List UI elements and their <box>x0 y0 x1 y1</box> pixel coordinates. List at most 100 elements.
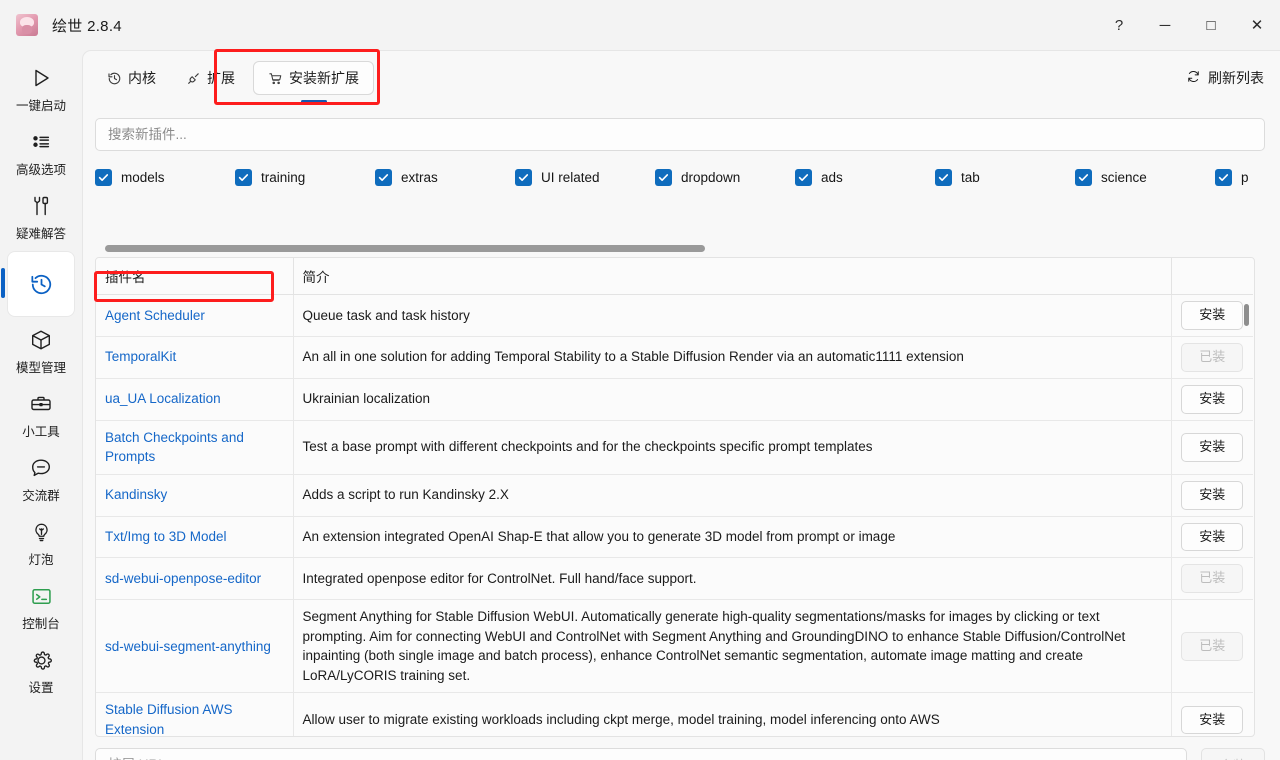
install-button[interactable]: 安装 <box>1181 480 1244 510</box>
extension-url-box[interactable] <box>95 748 1187 760</box>
table-row[interactable]: Batch Checkpoints and Prompts Test a bas… <box>96 420 1253 475</box>
checkbox-checked-icon[interactable] <box>235 168 252 186</box>
cart-icon <box>268 71 283 86</box>
app-logo-icon <box>16 14 38 36</box>
checkbox-checked-icon[interactable] <box>1215 168 1232 186</box>
extension-link[interactable]: TemporalKit <box>105 349 176 364</box>
extension-description-cell: An extension integrated OpenAI Shap-E th… <box>293 516 1172 559</box>
checkbox-checked-icon[interactable] <box>1075 168 1092 186</box>
tab-extensions[interactable]: 扩展 <box>174 61 247 95</box>
install-button[interactable]: 安装 <box>1181 301 1244 330</box>
extension-name-cell[interactable]: sd-webui-openpose-editor <box>96 557 294 601</box>
extension-link[interactable]: Batch Checkpoints and Prompts <box>105 430 244 465</box>
minimize-button[interactable]: ─ <box>1142 0 1188 50</box>
tag-label: dropdown <box>681 169 741 185</box>
extension-name-cell[interactable]: sd-webui-segment-anything <box>96 599 294 694</box>
tag-filter-training[interactable]: training <box>235 168 375 186</box>
extension-name-cell[interactable]: Stable Diffusion AWS Extension <box>96 692 294 736</box>
window-title: 绘世 2.8.4 <box>52 17 122 35</box>
table-row[interactable]: Agent Scheduler Queue task and task hist… <box>96 294 1253 337</box>
install-button[interactable]: 安装 <box>1181 432 1244 462</box>
column-header-description: 简介 <box>293 258 1172 295</box>
tag-filter-tab[interactable]: tab <box>935 168 1075 186</box>
sidebar-label: 设置 <box>28 681 54 695</box>
installed-button: 已装 <box>1181 631 1244 661</box>
checkbox-checked-icon[interactable] <box>935 168 952 186</box>
sidebar: 一键启动 高级选项 疑难解答 模型管理 小工具 交流群 灯泡 控制台 设置 <box>0 50 82 760</box>
scrollbar-thumb[interactable] <box>1244 304 1249 326</box>
extension-name-cell[interactable]: TemporalKit <box>96 336 294 379</box>
install-button[interactable]: 安装 <box>1181 522 1244 552</box>
install-button[interactable]: 安装 <box>1181 705 1244 735</box>
sidebar-item-troubleshooting[interactable]: 疑难解答 <box>8 188 74 246</box>
extension-name-cell[interactable]: Agent Scheduler <box>96 294 294 337</box>
table-vertical-scrollbar[interactable] <box>1241 292 1252 736</box>
url-install-button[interactable]: 安装 <box>1201 748 1265 760</box>
tag-filter-row: models training extras UI related dropdo <box>95 159 1270 195</box>
close-button[interactable]: ✕ <box>1234 0 1280 50</box>
help-button[interactable]: ? <box>1096 0 1142 50</box>
sidebar-item-tools[interactable]: 小工具 <box>8 386 74 444</box>
extension-description-cell: Adds a script to run Kandinsky 2.X <box>293 474 1172 517</box>
sidebar-item-community[interactable]: 交流群 <box>8 450 74 508</box>
search-box[interactable] <box>95 118 1265 151</box>
sidebar-item-one-click-launch[interactable]: 一键启动 <box>8 60 74 118</box>
sidebar-item-model-management[interactable]: 模型管理 <box>8 322 74 380</box>
extension-link[interactable]: Stable Diffusion AWS Extension <box>105 702 233 736</box>
extension-link[interactable]: Agent Scheduler <box>105 308 205 323</box>
extension-name-cell[interactable]: Kandinsky <box>96 474 294 517</box>
maximize-button[interactable]: □ <box>1188 0 1234 50</box>
extension-name-cell[interactable]: Batch Checkpoints and Prompts <box>96 420 294 475</box>
checkbox-checked-icon[interactable] <box>795 168 812 186</box>
extension-name-cell[interactable]: Txt/Img to 3D Model <box>96 516 294 559</box>
sidebar-item-advanced-options[interactable]: 高级选项 <box>8 124 74 182</box>
sidebar-item-console[interactable]: 控制台 <box>8 578 74 636</box>
extension-description-cell: Queue task and task history <box>293 294 1172 337</box>
table-row[interactable]: Stable Diffusion AWS Extension Allow use… <box>96 692 1253 736</box>
plug-icon <box>186 71 201 86</box>
extension-link[interactable]: Kandinsky <box>105 487 167 502</box>
list-options-icon <box>30 128 52 156</box>
tag-filter-ui-related[interactable]: UI related <box>515 168 655 186</box>
tag-filter-models[interactable]: models <box>95 168 235 186</box>
app-window: 绘世 2.8.4 ? ─ □ ✕ 一键启动 高级选项 疑难解答 模型管理 小工具… <box>0 0 1280 760</box>
box-package-icon <box>29 326 53 354</box>
table-row[interactable]: Txt/Img to 3D Model An extension integra… <box>96 516 1253 559</box>
sidebar-item-settings[interactable]: 设置 <box>8 642 74 700</box>
content-panel: 内核 扩展 安装新扩展 刷新列表 搜索新插件... models trainin… <box>82 49 1280 760</box>
tag-row-horizontal-scrollbar[interactable] <box>95 245 1255 252</box>
sidebar-item-lightbulb[interactable]: 灯泡 <box>8 514 74 572</box>
installed-button: 已装 <box>1181 564 1244 594</box>
tag-filter-science[interactable]: science <box>1075 168 1215 186</box>
checkbox-checked-icon[interactable] <box>515 168 532 186</box>
extension-link[interactable]: Txt/Img to 3D Model <box>105 529 227 544</box>
table-row[interactable]: TemporalKit An all in one solution for a… <box>96 336 1253 379</box>
tag-filter-ads[interactable]: ads <box>795 168 935 186</box>
extension-name-cell[interactable]: ua_UA Localization <box>96 378 294 421</box>
tag-filter-dropdown[interactable]: dropdown <box>655 168 795 186</box>
checkbox-checked-icon[interactable] <box>95 168 112 186</box>
tag-filter-extras[interactable]: extras <box>375 168 515 186</box>
extension-link[interactable]: sd-webui-segment-anything <box>105 639 271 654</box>
table-row[interactable]: ua_UA Localization Ukrainian localizatio… <box>96 378 1253 421</box>
scrollbar-thumb[interactable] <box>105 245 705 252</box>
tag-filter-p[interactable]: p <box>1215 168 1270 186</box>
sidebar-label: 一键启动 <box>15 99 66 113</box>
extension-description-cell: Test a base prompt with different checkp… <box>293 420 1172 475</box>
refresh-label: 刷新列表 <box>1208 70 1264 86</box>
table-row[interactable]: sd-webui-segment-anything Segment Anythi… <box>96 599 1253 694</box>
install-button[interactable]: 安装 <box>1181 384 1244 414</box>
tab-install-new-extension[interactable]: 安装新扩展 <box>253 61 374 95</box>
tab-kernel[interactable]: 内核 <box>95 61 168 95</box>
search-input[interactable] <box>108 127 1252 142</box>
table-row[interactable]: Kandinsky Adds a script to run Kandinsky… <box>96 474 1253 517</box>
checkbox-checked-icon[interactable] <box>655 168 672 186</box>
checkbox-checked-icon[interactable] <box>375 168 392 186</box>
extension-link[interactable]: sd-webui-openpose-editor <box>105 571 261 586</box>
refresh-list-button[interactable]: 刷新列表 <box>1186 68 1264 88</box>
tag-filter-scroll-area[interactable]: models training extras UI related dropdo <box>95 159 1270 211</box>
extension-link[interactable]: ua_UA Localization <box>105 391 221 406</box>
refresh-icon <box>1186 69 1201 87</box>
sidebar-item-history[interactable] <box>1 252 74 316</box>
table-row[interactable]: sd-webui-openpose-editor Integrated open… <box>96 557 1253 601</box>
